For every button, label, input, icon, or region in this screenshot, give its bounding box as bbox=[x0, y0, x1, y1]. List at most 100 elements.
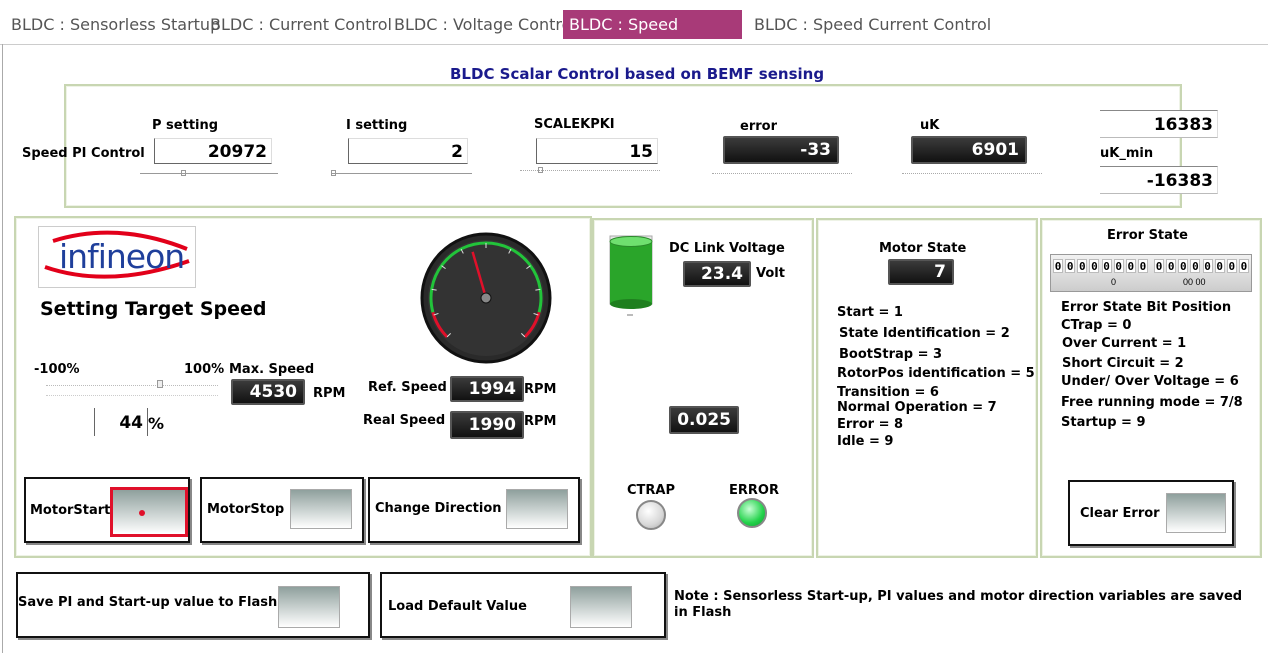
gauge-hub bbox=[480, 292, 492, 304]
error-bit-cell: 0 bbox=[1113, 259, 1124, 273]
real-speed-display: 1990 bbox=[450, 411, 524, 439]
motor-state-item: Transition = 6 bbox=[837, 385, 939, 400]
error-bit-cell: 0 bbox=[1202, 259, 1213, 273]
error-bit-cell: 0 bbox=[1154, 259, 1164, 273]
speed-gauge bbox=[418, 230, 554, 366]
error-bit-item: Startup = 9 bbox=[1061, 415, 1146, 430]
p-setting-label: P setting bbox=[152, 118, 219, 133]
tank-surface bbox=[609, 235, 653, 247]
error-bit-cell: 0 bbox=[1166, 259, 1177, 273]
error-bit-item: CTrap = 0 bbox=[1061, 318, 1132, 333]
ref-speed-display: 1994 bbox=[450, 376, 524, 402]
motor-state-item: RotorPos identification = 5 bbox=[837, 366, 1035, 381]
dc-link-display: 23.4 bbox=[683, 261, 751, 287]
error-bit-item: Short Circuit = 2 bbox=[1062, 356, 1184, 371]
clear-error-label: Clear Error bbox=[1080, 506, 1160, 521]
i-setting-slider[interactable] bbox=[332, 166, 472, 174]
uk-display: 6901 bbox=[911, 136, 1027, 164]
scalekpki-input[interactable]: 15 bbox=[536, 138, 658, 164]
target-speed-slider-handle[interactable] bbox=[157, 380, 163, 388]
dc-link-tank-caption bbox=[627, 314, 633, 316]
ref-speed-unit: RPM bbox=[524, 382, 557, 397]
error-bit-cell: 0 bbox=[1238, 259, 1249, 273]
speed-pi-label: Speed PI Control bbox=[22, 146, 145, 161]
error-bit-item: Over Current = 1 bbox=[1062, 336, 1187, 351]
load-default-label: Load Default Value bbox=[388, 599, 527, 614]
tab-sensorless-startup[interactable]: BLDC : Sensorless Startup bbox=[5, 10, 226, 39]
dc-link-unit: Volt bbox=[756, 266, 785, 281]
motor-state-item: Normal Operation = 7 bbox=[837, 400, 997, 415]
error-bit-cell: 0 bbox=[1137, 259, 1148, 273]
setting-target-speed-heading: Setting Target Speed bbox=[40, 298, 267, 320]
error-bit-item: Free running mode = 7/8 bbox=[1061, 395, 1243, 410]
error-bit-cell: 0 bbox=[1214, 259, 1225, 273]
i-setting-input[interactable]: 2 bbox=[348, 138, 468, 164]
motor-start-indicator bbox=[139, 510, 145, 516]
motor-state-item: BootStrap = 3 bbox=[839, 347, 943, 362]
motor-start-button[interactable] bbox=[110, 487, 188, 537]
i-setting-label: I setting bbox=[346, 118, 408, 133]
save-flash-button[interactable] bbox=[278, 586, 340, 628]
dc-link-label: DC Link Voltage bbox=[669, 241, 785, 256]
uk-indicator bbox=[902, 166, 1042, 174]
error-led-label: ERROR bbox=[729, 483, 779, 498]
load-default-button[interactable] bbox=[570, 586, 632, 628]
error-bit-position-list: Error State Bit Position CTrap = 0 Over … bbox=[1061, 298, 1243, 431]
target-speed-percent-input[interactable]: 44 bbox=[94, 408, 148, 436]
error-state-label: Error State bbox=[1107, 228, 1188, 243]
target-speed-slider-ticks bbox=[46, 388, 218, 396]
error-bit-cell: 0 bbox=[1190, 259, 1201, 273]
motor-state-item: State Identification = 2 bbox=[839, 326, 1010, 341]
tab-speed-control[interactable]: BLDC : Speed Control bbox=[563, 10, 742, 63]
ctrap-led bbox=[636, 500, 666, 530]
p-setting-slider[interactable] bbox=[140, 166, 278, 174]
dc-small-display: 0.025 bbox=[669, 406, 739, 434]
dc-link-tank bbox=[608, 230, 654, 310]
target-speed-slider[interactable] bbox=[46, 378, 218, 386]
error-bit-position-label: Error State Bit Position bbox=[1061, 300, 1232, 315]
clear-error-button[interactable] bbox=[1166, 493, 1226, 533]
tab-current-control[interactable]: BLDC : Current Control bbox=[204, 10, 398, 39]
motor-state-item: Idle = 9 bbox=[837, 434, 894, 449]
tank-fill bbox=[610, 241, 652, 304]
motor-stop-button[interactable] bbox=[290, 489, 352, 529]
ref-speed-label: Ref. Speed bbox=[368, 380, 447, 395]
error-bit-cell: 0 bbox=[1065, 259, 1076, 273]
ctrap-label: CTRAP bbox=[627, 483, 676, 498]
motor-state-list: Start = 1 State Identification = 2 BootS… bbox=[837, 303, 1035, 449]
tab-voltage-control[interactable]: BLDC : Voltage Control bbox=[388, 10, 582, 39]
motor-state-item: Start = 1 bbox=[837, 305, 903, 320]
error-led bbox=[737, 498, 767, 528]
flash-note: Note : Sensorless Start-up, PI values an… bbox=[674, 589, 1243, 620]
min-percent-label: -100% bbox=[34, 362, 80, 377]
percent-sign: % bbox=[148, 414, 165, 433]
motor-state-label: Motor State bbox=[879, 241, 967, 256]
real-speed-unit: RPM bbox=[524, 414, 557, 429]
i-slider-handle[interactable] bbox=[331, 170, 336, 176]
save-flash-label: Save PI and Start-up value to Flash bbox=[18, 595, 278, 610]
max-speed-label: Max. Speed bbox=[229, 362, 315, 377]
p-setting-input[interactable]: 20972 bbox=[154, 138, 272, 164]
error-bit-cell: 0 bbox=[1178, 259, 1189, 273]
scalekpki-slider-handle[interactable] bbox=[538, 167, 543, 173]
motor-state-item: Error = 8 bbox=[837, 417, 904, 432]
error-label: error bbox=[740, 119, 777, 134]
motor-stop-label: MotorStop bbox=[207, 502, 285, 517]
tab-speed-current-control[interactable]: BLDC : Speed Current Control bbox=[748, 10, 997, 39]
p-slider-handle[interactable] bbox=[181, 170, 186, 176]
page-title: BLDC Scalar Control based on BEMF sensin… bbox=[450, 65, 825, 83]
change-direction-label: Change Direction bbox=[375, 501, 502, 516]
scalekpki-label: SCALEKPKI bbox=[534, 117, 615, 132]
error-bit-cell: 0 bbox=[1089, 259, 1100, 273]
error-bit-cell: 0 bbox=[1053, 259, 1063, 273]
infineon-logo: infineon bbox=[38, 226, 196, 288]
tank-bottom bbox=[610, 299, 652, 309]
change-direction-button[interactable] bbox=[506, 489, 568, 529]
error-bit-item: Under/ Over Voltage = 6 bbox=[1061, 374, 1239, 389]
uk-label: uK bbox=[920, 118, 940, 133]
max-speed-display: 4530 bbox=[231, 379, 305, 405]
uk-min-input[interactable]: -16383 bbox=[1100, 166, 1218, 194]
uk-min-label: uK_min bbox=[1100, 146, 1154, 161]
uk-max-input[interactable]: 16383 bbox=[1100, 110, 1218, 138]
error-sub-right: 00 00 bbox=[1183, 277, 1206, 287]
